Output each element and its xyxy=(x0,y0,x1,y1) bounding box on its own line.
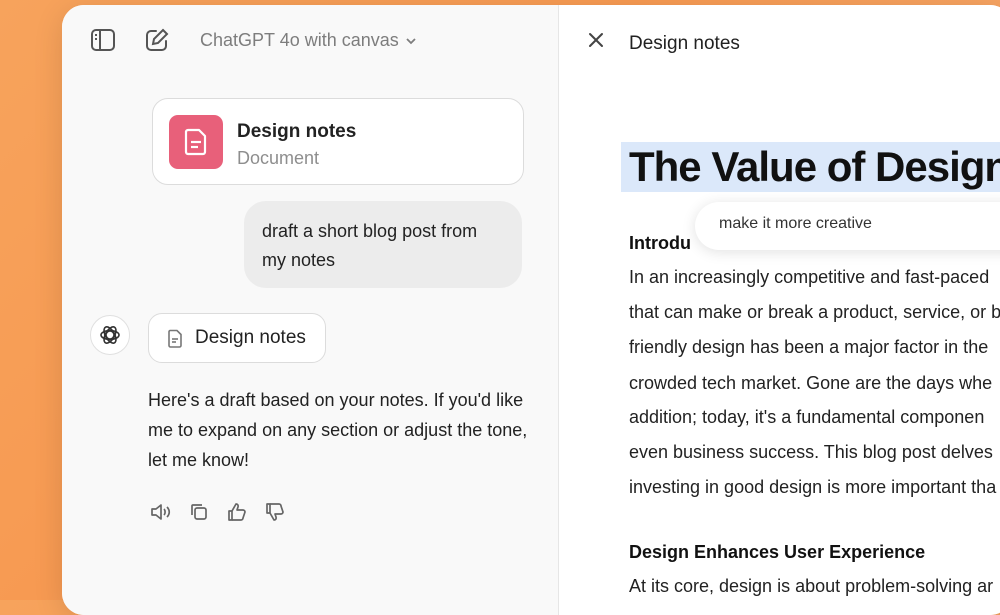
assistant-reply: Here's a draft based on your notes. If y… xyxy=(148,385,528,475)
intro-line: that can make or break a product, servic… xyxy=(629,302,1000,322)
document-card-subtitle: Document xyxy=(237,148,320,168)
intro-line: friendly design has been a major factor … xyxy=(629,337,989,357)
document-card-title: Design notes xyxy=(237,121,357,142)
document-headline[interactable]: The Value of Design xyxy=(621,142,1000,192)
document-card[interactable]: Design notes Document xyxy=(152,98,524,185)
close-icon[interactable] xyxy=(581,25,611,55)
sidebar-toggle-icon[interactable] xyxy=(88,25,118,55)
user-message-line: draft a short blog post from xyxy=(262,221,478,241)
document-small-icon xyxy=(168,329,182,348)
intro-line: addition; today, it's a fundamental comp… xyxy=(629,407,985,427)
chat-pane: ChatGPT 4o with canvas Design notes Docu… xyxy=(62,5,559,615)
section-heading: Design Enhances User Experience xyxy=(629,542,926,562)
thumbs-down-icon[interactable] xyxy=(262,499,288,525)
assistant-avatar-icon xyxy=(90,315,130,355)
intro-line: In an increasingly competitive and fast-… xyxy=(629,267,990,287)
edit-prompt-input[interactable]: make it more creative xyxy=(695,202,1000,250)
read-aloud-icon[interactable] xyxy=(148,499,174,525)
message-actions xyxy=(148,499,288,525)
user-message-line: my notes xyxy=(262,250,336,270)
document-chip-label: Design notes xyxy=(195,327,306,348)
model-label: ChatGPT 4o with canvas xyxy=(200,30,399,50)
document-icon xyxy=(169,115,223,169)
intro-line: even business success. This blog post de… xyxy=(629,442,993,462)
canvas-pane: Design notes The Value of Design Introdu… xyxy=(559,5,1000,615)
edit-prompt-text: make it more creative xyxy=(719,215,872,232)
section-line: At its core, design is about problem-sol… xyxy=(629,576,994,596)
intro-heading: Introdu xyxy=(629,233,691,253)
copy-icon[interactable] xyxy=(186,499,212,525)
assistant-reply-line: me to expand on any section or adjust th… xyxy=(148,420,528,440)
new-chat-icon[interactable] xyxy=(142,25,172,55)
assistant-reply-line: Here's a draft based on your notes. If y… xyxy=(148,390,524,410)
app-window: ChatGPT 4o with canvas Design notes Docu… xyxy=(62,5,1000,615)
chevron-down-icon xyxy=(406,37,416,44)
canvas-title: Design notes xyxy=(629,33,740,54)
intro-line: crowded tech market. Gone are the days w… xyxy=(629,373,993,393)
intro-line: investing in good design is more importa… xyxy=(629,477,997,497)
document-chip[interactable]: Design notes xyxy=(148,313,326,363)
model-selector[interactable]: ChatGPT 4o with canvas xyxy=(200,30,417,51)
thumbs-up-icon[interactable] xyxy=(224,499,250,525)
assistant-reply-line: let me know! xyxy=(148,450,250,470)
user-message: draft a short blog post from my notes xyxy=(244,201,522,288)
